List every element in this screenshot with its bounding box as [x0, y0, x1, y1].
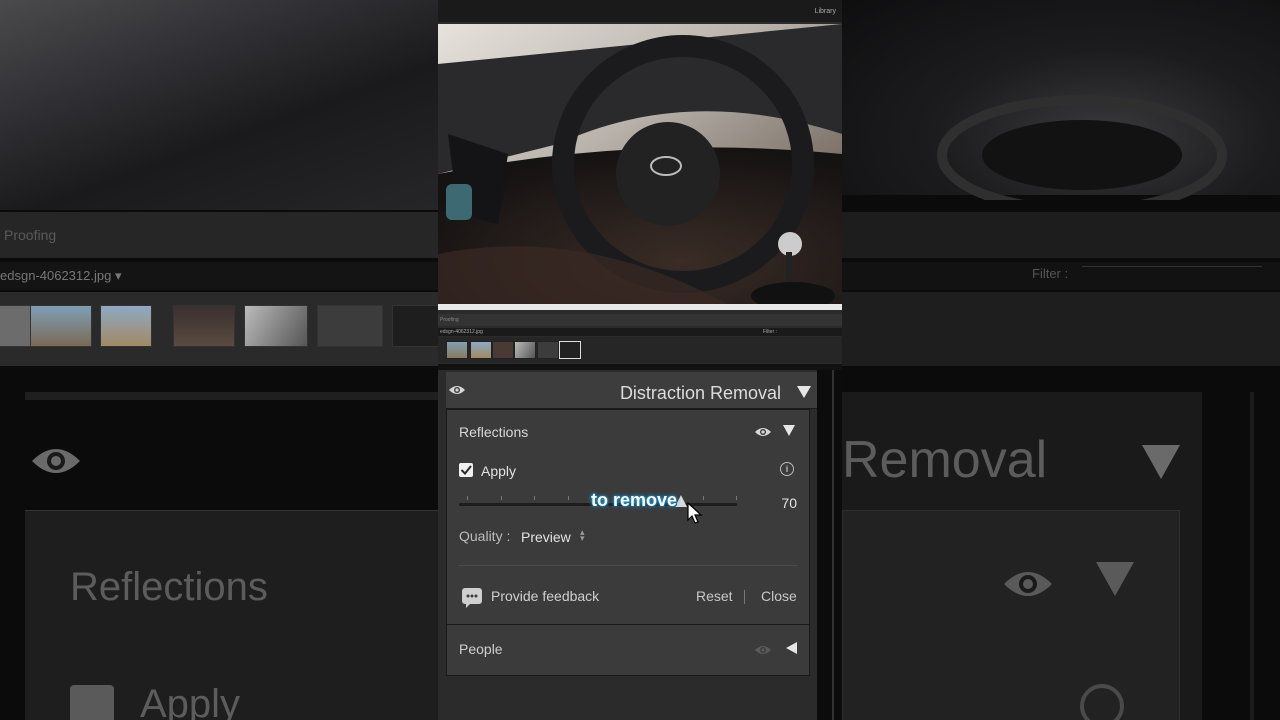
expand-triangle-icon[interactable]	[786, 642, 797, 654]
background-apply-text: Apply	[140, 682, 241, 720]
background-triangle-icon	[1142, 445, 1180, 479]
slider-tick	[534, 496, 535, 500]
background-checkbox	[70, 685, 114, 720]
top-bar: Library	[438, 0, 842, 22]
eye-icon[interactable]	[755, 427, 771, 437]
button-separator	[744, 590, 745, 604]
mini-thumbnail[interactable]	[470, 341, 492, 359]
background-cupholder-shape	[937, 95, 1227, 200]
feedback-speech-bubble-icon[interactable]	[462, 588, 482, 608]
background-removal-text: Removal	[842, 431, 1048, 489]
mini-thumbnail[interactable]	[514, 341, 536, 359]
background-reflections-text: Reflections	[70, 565, 268, 609]
mini-thumbnail[interactable]	[446, 341, 468, 359]
apply-label[interactable]: Apply	[481, 463, 516, 479]
background-filename-text: edsgn-4062312.jpg	[0, 268, 112, 283]
mini-filename: edsgn-4062312.jpg Filter :	[438, 328, 842, 336]
eye-icon[interactable]	[449, 385, 465, 395]
background-left: Proofing edsgn-4062312.jpg ▾ Reflections…	[0, 0, 438, 720]
background-info-icon	[1080, 684, 1124, 720]
section-separator	[459, 565, 797, 566]
mini-filter-label: Filter :	[763, 329, 777, 335]
slider-tick	[467, 496, 468, 500]
quality-select[interactable]: Preview	[521, 529, 571, 545]
background-eye-icon	[30, 440, 82, 490]
mini-thumbnail-selected[interactable]	[559, 341, 581, 359]
quality-label: Quality :	[459, 528, 511, 544]
eye-icon-disabled[interactable]	[755, 645, 771, 655]
panel-scroll-edge	[817, 370, 842, 720]
background-right: Filter : Removal	[842, 0, 1280, 720]
provide-feedback-link[interactable]: Provide feedback	[491, 588, 599, 604]
slider-tick	[703, 496, 704, 500]
mouse-cursor-icon	[687, 502, 703, 524]
background-filter-icons	[1082, 266, 1262, 281]
background-right-band	[842, 212, 1280, 258]
collapse-triangle-icon[interactable]	[797, 386, 811, 398]
video-caption: to remove	[591, 490, 678, 510]
main-photo	[438, 24, 842, 310]
library-label[interactable]: Library	[815, 8, 836, 15]
background-thumbnail	[173, 305, 235, 347]
background-panel-top	[25, 392, 438, 400]
background-thumbnail	[100, 305, 152, 347]
slider-tick	[501, 496, 502, 500]
background-right-strip	[842, 292, 1280, 366]
mini-proofing-label: Proofing	[438, 314, 842, 326]
background-right-edge	[1250, 392, 1254, 720]
reflections-slider-thumb[interactable]	[675, 495, 688, 507]
slider-tick	[568, 496, 569, 500]
car-interior-image	[438, 24, 842, 310]
people-section-title[interactable]: People	[459, 641, 503, 657]
background-eye-icon	[1004, 572, 1052, 596]
background-triangle-icon	[1096, 562, 1134, 596]
select-arrows-icon[interactable]: ▴ ▾	[580, 528, 585, 543]
center-app-view: Library Proofing edsgn-4062312.jpg Filte…	[438, 0, 842, 720]
background-filename-dropdown: ▾	[114, 268, 122, 283]
background-thumbnail	[317, 305, 383, 347]
mini-thumbnail[interactable]	[537, 341, 559, 359]
background-thumbnail	[30, 305, 92, 347]
background-thumbnail	[392, 305, 438, 347]
background-thumbnail	[244, 305, 308, 347]
section-divider	[447, 624, 809, 625]
panel-scrollbar[interactable]	[832, 370, 834, 720]
background-filter-label: Filter :	[1032, 266, 1069, 281]
mini-filename-text: edsgn-4062312.jpg	[440, 329, 483, 335]
close-button[interactable]: Close	[761, 588, 797, 604]
background-filename: edsgn-4062312.jpg ▾	[0, 262, 438, 290]
info-icon[interactable]: i	[780, 462, 794, 476]
apply-checkbox[interactable]	[459, 463, 473, 477]
reflections-section: Reflections Apply i 70 to remove Quality…	[446, 409, 810, 676]
reflections-title: Reflections	[459, 424, 529, 440]
background-photo-left	[0, 0, 438, 210]
background-proofing-label: Proofing	[0, 212, 438, 258]
reset-button[interactable]: Reset	[696, 588, 733, 604]
panel-title: Distraction Removal	[619, 383, 781, 403]
reflections-slider-value[interactable]: 70	[743, 493, 797, 513]
background-right-inner	[842, 510, 1180, 720]
distraction-removal-header[interactable]: Distraction Removal	[446, 372, 817, 409]
checkmark-icon	[460, 465, 472, 475]
slider-tick	[736, 496, 737, 500]
collapse-triangle-icon[interactable]	[783, 425, 795, 436]
mini-thumbnail[interactable]	[492, 341, 514, 359]
